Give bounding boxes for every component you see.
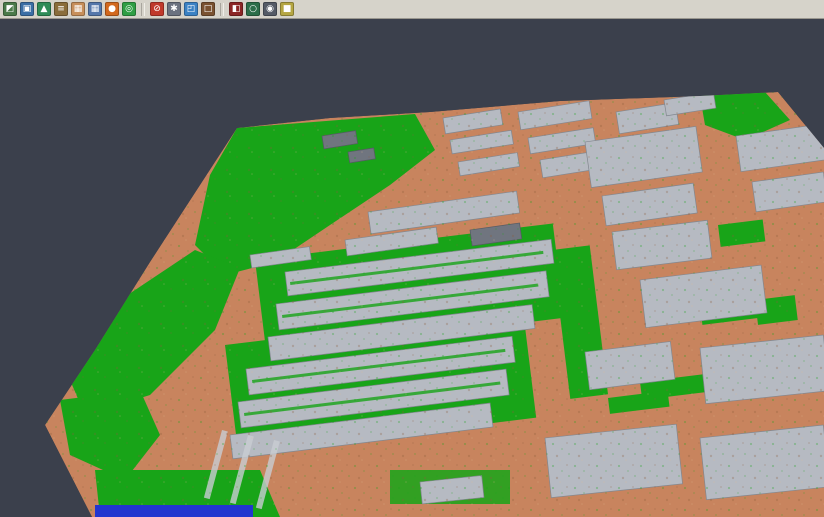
settings-icon[interactable]: ✱	[167, 2, 181, 16]
speckle-overlay	[45, 92, 824, 517]
point-cloud-scene	[0, 19, 824, 517]
save-icon[interactable]: ▣	[20, 2, 34, 16]
zoom-extent-icon[interactable]: ◰	[184, 2, 198, 16]
stop-icon[interactable]: ⊘	[150, 2, 164, 16]
toolbar-separator	[141, 3, 145, 16]
grid-icon[interactable]: ▦	[88, 2, 102, 16]
open-project-icon[interactable]: ◩	[3, 2, 17, 16]
toolbar-separator	[220, 3, 224, 16]
blue-strip	[95, 505, 253, 517]
globe-icon[interactable]: ○	[246, 2, 260, 16]
measure-icon[interactable]: ◎	[122, 2, 136, 16]
render-icon[interactable]: ◧	[229, 2, 243, 16]
toolbar: ◩▣▲≡▦▦●◎⊘✱◰□◧○◉■	[0, 0, 824, 19]
select-icon[interactable]: □	[201, 2, 215, 16]
terrain-view-icon[interactable]: ▲	[37, 2, 51, 16]
layers-icon[interactable]: ≡	[54, 2, 68, 16]
texture-icon[interactable]: ▦	[71, 2, 85, 16]
camera-icon[interactable]: ◉	[263, 2, 277, 16]
classify-icon[interactable]: ●	[105, 2, 119, 16]
viewport-3d[interactable]	[0, 19, 824, 517]
help-icon[interactable]: ■	[280, 2, 294, 16]
